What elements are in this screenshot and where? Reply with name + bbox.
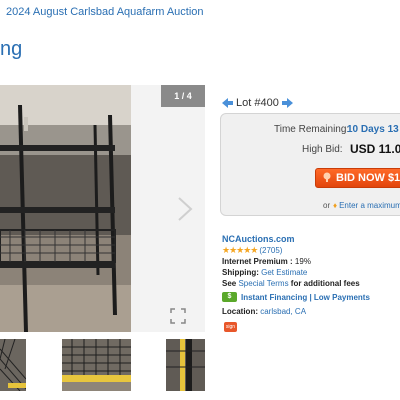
max-bid-label: Enter a maximum	[339, 201, 400, 210]
terms-suffix: for additional fees	[290, 279, 360, 288]
lot-navigation: Lot #400	[222, 96, 293, 110]
time-remaining-label: Time Remaining:	[274, 124, 350, 135]
shipping-estimate-link[interactable]: Get Estimate	[261, 268, 307, 277]
gavel-icon	[322, 172, 332, 185]
premium-value: 19%	[294, 257, 311, 266]
financing-row[interactable]: $ Instant Financing | Low Payments	[222, 292, 370, 302]
financing-icon: $	[222, 292, 237, 302]
lot-number: Lot #400	[236, 97, 279, 109]
special-terms: See Special Terms for additional fees	[222, 279, 360, 288]
location: Location: carlsbad, CA	[222, 307, 306, 316]
time-remaining-value: 10 Days 13 H	[347, 124, 400, 135]
thumbnail-2[interactable]	[62, 339, 131, 391]
bid-now-label: BID NOW $1	[336, 172, 400, 184]
image-counter: 1 / 4	[161, 85, 205, 107]
fullscreen-icon[interactable]	[170, 308, 186, 324]
terms-prefix: See	[222, 279, 237, 288]
sign-badge-icon[interactable]: sign	[224, 322, 237, 332]
or-text: or	[323, 201, 331, 210]
seller-name[interactable]: NCAuctions.com	[222, 234, 295, 244]
bid-now-button[interactable]: BID NOW $1	[315, 168, 400, 188]
breadcrumb[interactable]: 2024 August Carlsbad Aquafarm Auction	[6, 6, 204, 18]
thumbnail-3[interactable]	[166, 339, 205, 391]
location-value: carlsbad, CA	[260, 307, 307, 316]
high-bid-value: USD 11.00	[350, 142, 400, 156]
location-label: Location:	[222, 307, 258, 316]
shelving-photo	[0, 85, 131, 332]
next-lot-icon[interactable]	[281, 98, 293, 108]
shipping: Shipping: Get Estimate	[222, 268, 307, 277]
rating-count[interactable]: (2705)	[259, 246, 282, 255]
premium-label: Internet Premium :	[222, 257, 293, 266]
thumbnail-1[interactable]	[0, 339, 26, 391]
page-title: ng	[0, 38, 23, 60]
max-bid-link[interactable]: ♦ Enter a maximum	[333, 201, 400, 210]
main-product-photo[interactable]	[0, 85, 131, 332]
special-terms-link[interactable]: Special Terms	[238, 279, 288, 288]
seller-rating: ★★★★★ (2705)	[222, 245, 282, 256]
internet-premium: Internet Premium : 19%	[222, 257, 311, 266]
shipping-label: Shipping:	[222, 268, 259, 277]
next-image-icon[interactable]	[176, 196, 194, 222]
high-bid-label: High Bid:	[302, 144, 343, 155]
financing-link[interactable]: Instant Financing | Low Payments	[241, 293, 370, 302]
rating-stars-icon: ★★★★★	[222, 245, 258, 255]
max-bid-icon: ♦	[333, 201, 338, 210]
previous-lot-icon[interactable]	[222, 98, 233, 108]
